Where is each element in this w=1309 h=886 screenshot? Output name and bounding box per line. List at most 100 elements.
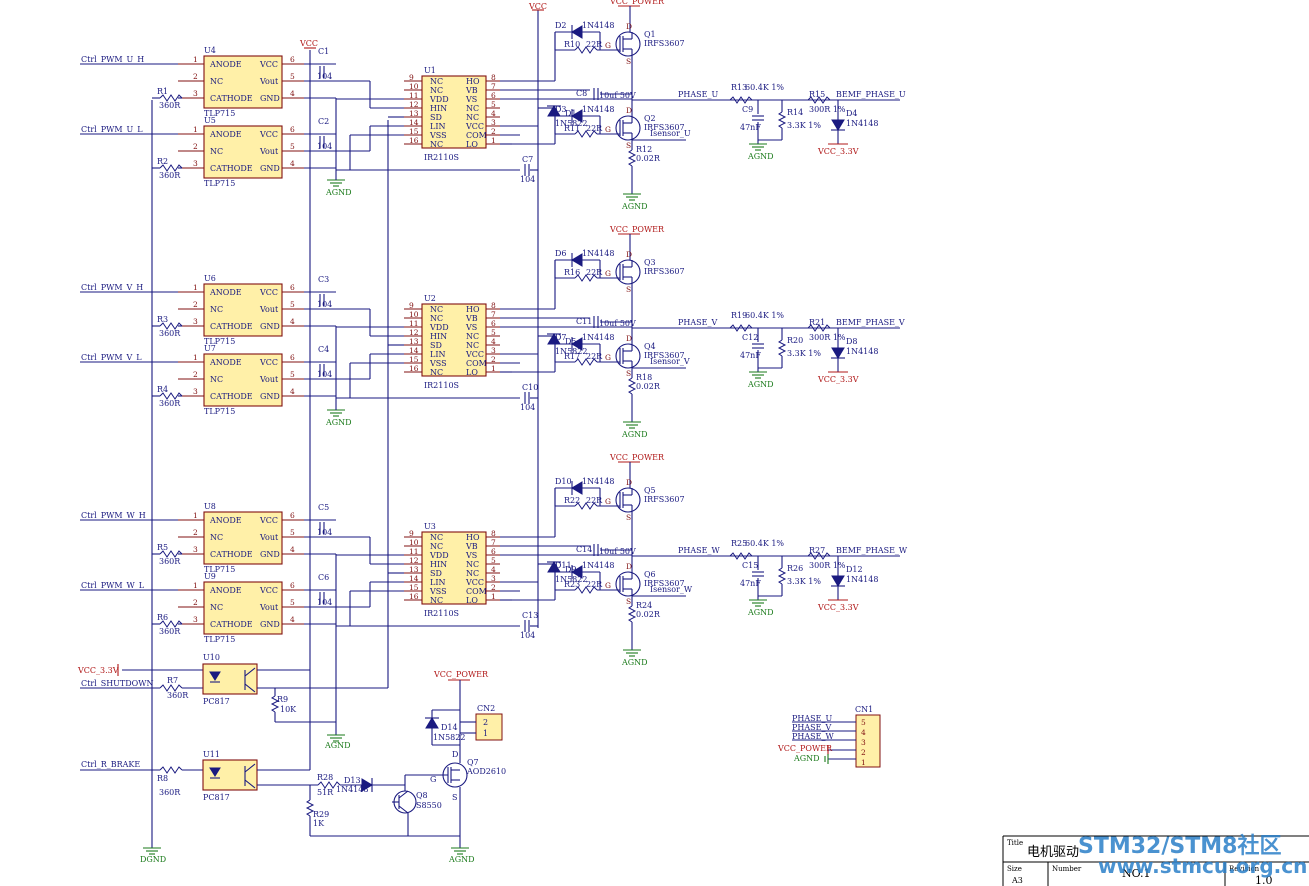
driver-pin-left: SD [430,341,442,350]
clamp-res-ref: R15 [809,90,825,99]
svg-text:2: 2 [861,748,866,757]
svg-text:S: S [452,793,457,802]
agnd-filter-label: AGND [747,152,774,161]
opto-pin-right: VCC [259,516,278,525]
driver-part: IR2110S [424,381,459,390]
cap-value: 104 [520,175,535,184]
driver-pin-left: VDD [429,323,449,332]
resistor-value: 360R [159,101,181,110]
driver-pin-left: NC [430,542,443,551]
svg-text:U11: U11 [203,750,220,759]
fet-pin-s: S [626,285,631,294]
div-r2-ref: R20 [787,336,803,345]
bemf-label: BEMF_PHASE_U [836,90,906,99]
opto-pin-num: 1 [193,511,198,520]
driver-pin-num: 16 [409,136,419,145]
driver-pin-right: COM [466,587,487,596]
fet-pin-s: S [626,141,631,150]
resistor-ref: R2 [157,157,168,166]
div-r2-value: 3.3K 1% [787,349,821,358]
driver-pin-num: 7 [491,538,496,547]
gate-res-value: 22R [586,124,603,133]
fet-pin-s: S [626,57,631,66]
svg-text:AOD2610: AOD2610 [466,767,506,776]
driver-pin-left: NC [430,140,443,149]
opto-pin-num: 4 [290,545,295,554]
driver-pin-right: LO [466,368,478,377]
driver-pin-num: 9 [409,301,414,310]
opto-pin-right: GND [260,550,280,559]
cap-ref: C4 [318,345,329,354]
opto-pin-right: Vout [259,533,279,542]
opto-pin-left: NC [210,533,223,542]
agnd-filter-label: AGND [747,608,774,617]
driver-ref: U2 [424,294,436,303]
vcc-opto-label: VCC [299,39,318,48]
driver-pin-left: NC [430,86,443,95]
driver-pin-num: 11 [409,547,419,556]
opto-pin-num: 4 [290,317,295,326]
opto-pin-num: 4 [290,615,295,624]
svg-text:4: 4 [861,728,866,737]
fet-part: IRFS3607 [644,495,685,504]
opto-pin-right: GND [260,164,280,173]
agnd-v-label: AGND [325,418,352,427]
driver-pin-left: SD [430,113,442,122]
opto-pin-right: Vout [259,305,279,314]
vcc-main-label: VCC [528,2,547,11]
svg-text:PC817: PC817 [203,793,230,802]
driver-pin-num: 5 [491,328,496,337]
opto-pin-num: 6 [290,353,295,362]
clamp-res-ref: R21 [809,318,825,327]
opto-part: TLP715 [204,635,235,644]
div-r1-value: 60.4K 1% [745,539,784,548]
div-r1-value: 60.4K 1% [745,311,784,320]
fet-part: IRFS3607 [644,39,685,48]
driver-part: IR2110S [424,609,459,618]
driver-pin-left: NC [430,314,443,323]
fet-ref: Q5 [644,486,656,495]
brake-circuit: Ctrl_R_BRAKE R8 360R U11 PC817 R28 51R D… [80,670,506,848]
svg-text:R7: R7 [167,676,178,685]
fet-pin-s: S [626,369,631,378]
opto-pin-num: 1 [193,55,198,64]
driver-pin-num: 6 [491,547,496,556]
title-block: Title 电机驱动 Size A3 Number NO.1 Revision … [1002,833,1309,886]
opto-pin-right: Vout [259,375,279,384]
driver-pin-left: NC [430,368,443,377]
svg-text:VCC_POWER: VCC_POWER [777,744,833,753]
driver-pin-right: VCC [465,578,484,587]
cap-ref: C13 [522,611,538,620]
gate-res-value: 22R [586,496,603,505]
agnd-shunt-label: AGND [621,430,648,439]
opto-ref: U6 [204,274,216,283]
resistor-ref: R4 [157,385,168,394]
diode-part: 1N4148 [582,249,614,258]
filter-cap-ref: C12 [742,333,758,342]
isense-label: Isensor_W [650,585,693,594]
pwm-input-label: Ctrl_PWM_V_H [81,283,143,292]
driver-pin-right: NC [466,569,479,578]
driver-pin-num: 14 [409,346,419,355]
driver-pin-left: HIN [430,332,447,341]
gate-diode [571,253,583,267]
shunt-ref: R12 [636,145,652,154]
driver-pin-num: 13 [409,565,419,574]
driver-pin-num: 11 [409,91,419,100]
clamp-res-ref: R27 [809,546,825,555]
gate-res-value: 22R [586,268,603,277]
svg-text:1: 1 [861,758,866,767]
bootstrap-cap-ref: C8 [576,89,587,98]
opto-part: TLP715 [204,179,235,188]
driver-pin-num: 15 [409,583,419,592]
clamp-diode-ref: D4 [846,109,858,118]
svg-text:1: 1 [483,729,488,738]
opto-u4: U4TLP715ANODE VCC1 6NC Vout2 5CATHODE GND3 4Ct… [80,46,336,118]
phase-label: PHASE_U [678,90,718,99]
pwm-input-label: Ctrl_PWM_W_H [81,511,146,520]
svg-text:PHASE_W: PHASE_W [792,732,834,741]
cap-value: 104 [520,631,535,640]
gate-res-value: 22R [586,580,603,589]
pwm-input-label: Ctrl_PWM_W_L [81,581,145,590]
driver-pin-left: SD [430,569,442,578]
